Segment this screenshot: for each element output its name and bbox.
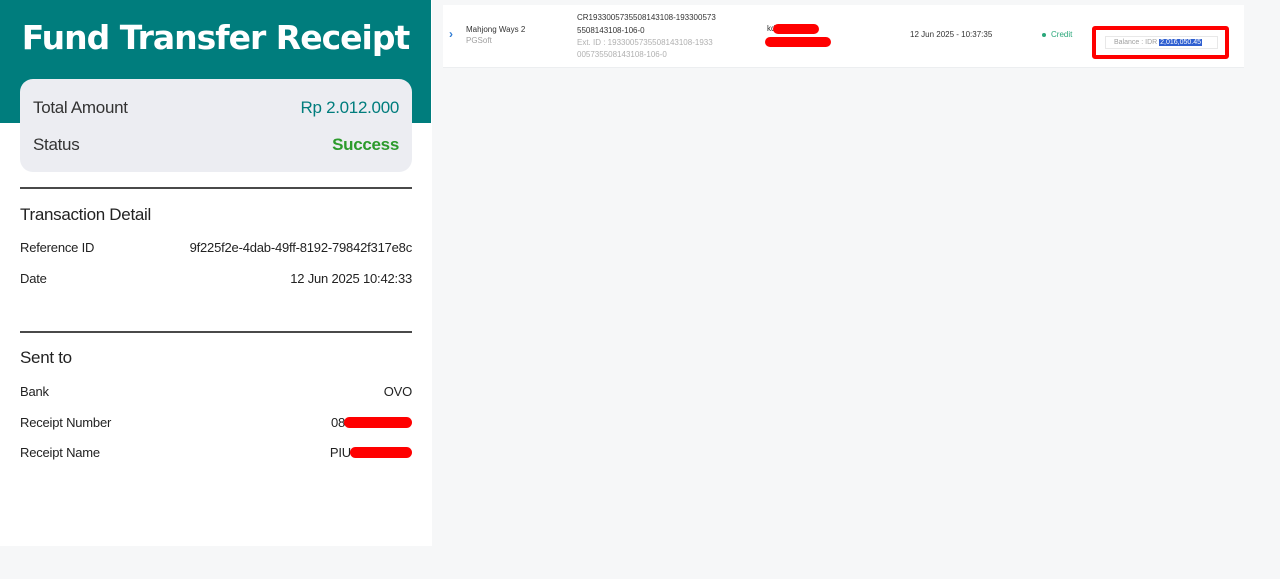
balance-field: Balance : IDR 2,016,050.45 [1105,36,1218,49]
transaction-datetime: 12 Jun 2025 - 10:37:35 [910,30,993,39]
transaction-type-label: Credit [1051,30,1073,39]
divider [20,187,412,189]
status-value: Success [332,135,399,154]
status-row: Status Success [33,130,399,160]
game-provider: PGSoft [466,36,492,45]
total-amount-label: Total Amount [33,98,128,117]
summary-card: Total Amount Rp 2.012.000 Status Success [20,79,412,172]
redaction-mark [773,24,819,34]
redaction-mark [350,446,412,458]
bank-row: Bank OVO [20,382,412,400]
receipt-title: Fund Transfer Receipt [21,18,411,57]
total-amount-value: Rp 2.012.000 [300,98,400,117]
reference-id-value: 9f225f2e-4dab-49ff-8192-79842f317e8c [189,239,413,255]
game-name: Mahjong Ways 2 [466,25,526,34]
receipt-name-value: PIU [330,445,412,460]
receipt-number-label: Receipt Number [20,414,112,430]
receipt-panel: Fund Transfer Receipt Total Amount Rp 2.… [0,0,432,546]
receipt-number-value: 08 [331,415,412,430]
redaction-mark [344,416,412,428]
transaction-type: Credit [1042,30,1072,39]
balance-highlight-box: Balance : IDR 2,016,050.45 [1092,26,1229,59]
status-dot-icon [1042,32,1046,37]
receipt-name-row: Receipt Name PIU [20,443,412,461]
receipt-number-row: Receipt Number 08 [20,413,412,431]
receipt-name-label: Receipt Name [20,444,100,460]
reference-id-row: Reference ID 9f225f2e-4dab-49ff-8192-798… [20,238,412,256]
redaction-mark [765,37,831,47]
bank-label: Bank [20,383,49,399]
date-row: Date 12 Jun 2025 10:42:33 [20,269,412,287]
sent-to-title: Sent to [20,348,72,367]
date-value: 12 Jun 2025 10:42:33 [290,270,412,286]
transaction-detail-title: Transaction Detail [20,205,151,224]
divider [20,331,412,333]
receipt-number-visible: 08 [330,414,345,430]
transaction-row[interactable]: › Mahjong Ways 2 PGSoft CR19330057355081… [443,5,1244,68]
receipt-name-visible: PIU [329,444,351,460]
chevron-right-icon[interactable]: › [449,27,453,41]
reference-id-label: Reference ID [20,239,95,255]
external-id: Ext. ID : 1933005735508143108-1933005735… [577,38,713,59]
bank-value: OVO [383,383,412,399]
balance-label: Balance : IDR [1114,39,1158,46]
balance-value: 2,016,050.45 [1159,39,1203,46]
total-amount-row: Total Amount Rp 2.012.000 [33,93,399,123]
date-label: Date [20,270,47,286]
status-label: Status [33,135,80,154]
transaction-id: CR1933005735508143108-193300573550814310… [577,13,716,35]
